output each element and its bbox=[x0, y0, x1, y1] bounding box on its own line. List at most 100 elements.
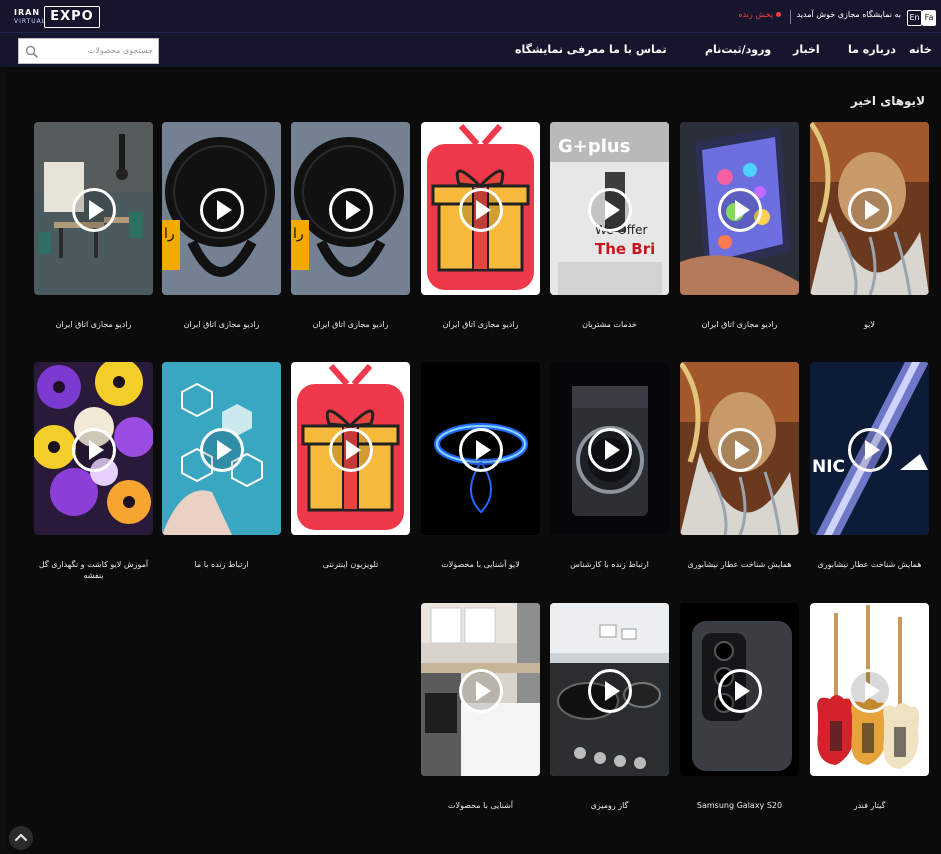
live-thumbnail[interactable] bbox=[421, 122, 540, 295]
live-card[interactable]: تلویزیون اینترنتی bbox=[291, 362, 410, 572]
live-thumbnail[interactable] bbox=[34, 122, 153, 295]
live-card[interactable]: گاز رومیزی bbox=[550, 603, 669, 813]
live-card[interactable]: G+plus We Offer The Bri خدمات مشتریان bbox=[550, 122, 669, 332]
logo-virtual-text: VIRTUAL bbox=[14, 18, 47, 25]
search-icon[interactable] bbox=[25, 44, 39, 59]
live-card-title[interactable]: تلویزیون اینترنتی bbox=[291, 559, 410, 570]
live-card-title[interactable]: لایو bbox=[810, 319, 929, 330]
live-card[interactable]: رادیو مجازی اتاق ایران bbox=[680, 122, 799, 332]
live-card-title[interactable]: ارتباط زنده با ما bbox=[162, 559, 281, 570]
nav-contact[interactable]: تماس با ما bbox=[609, 43, 667, 56]
live-card[interactable]: ارتباط زنده با ما bbox=[162, 362, 281, 572]
live-card[interactable]: را رادیو مجازی اتاق ایران bbox=[162, 122, 281, 332]
live-card[interactable]: را رادیو مجازی اتاق ایران bbox=[291, 122, 410, 332]
live-thumbnail[interactable] bbox=[680, 362, 799, 535]
play-icon[interactable] bbox=[328, 427, 374, 473]
live-card-title[interactable]: لایو آشنایی با محصولات bbox=[421, 559, 540, 570]
play-icon[interactable] bbox=[458, 187, 504, 233]
svg-text:G+plus: G+plus bbox=[558, 136, 630, 157]
live-card-title[interactable]: گاز رومیزی bbox=[550, 800, 669, 811]
play-icon[interactable] bbox=[587, 668, 633, 714]
live-thumbnail[interactable] bbox=[550, 603, 669, 776]
live-broadcast-link[interactable]: پخش زنده bbox=[738, 10, 781, 19]
nav-exhibition[interactable]: معرفی نمایشگاه bbox=[515, 43, 605, 56]
live-card-title[interactable]: رادیو مجازی اتاق ایران bbox=[291, 319, 410, 330]
live-card-title[interactable]: آشنایی با محصولات bbox=[421, 800, 540, 811]
live-label: پخش زنده bbox=[738, 10, 773, 19]
play-icon[interactable] bbox=[71, 427, 117, 473]
play-icon[interactable] bbox=[847, 427, 893, 473]
iran-virtual-expo-logo[interactable]: IRAN VIRTUAL EXPO bbox=[14, 6, 100, 28]
live-card-title[interactable]: رادیو مجازی اتاق ایران bbox=[162, 319, 281, 330]
scroll-to-top-button[interactable] bbox=[9, 826, 33, 850]
live-dot-icon bbox=[776, 12, 781, 17]
live-card[interactable]: گیتار فندر bbox=[810, 603, 929, 813]
topbar-divider bbox=[790, 10, 791, 24]
play-icon[interactable] bbox=[587, 187, 633, 233]
play-icon[interactable] bbox=[71, 187, 117, 233]
live-thumbnail[interactable]: G+plus We Offer The Bri bbox=[550, 122, 669, 295]
nav-home[interactable]: خانه bbox=[909, 43, 932, 56]
play-icon[interactable] bbox=[717, 187, 763, 233]
live-thumbnail[interactable] bbox=[680, 603, 799, 776]
live-card[interactable]: رادیو مجازی اتاق ایران bbox=[34, 122, 153, 332]
live-card-title[interactable]: ارتباط زنده با کارشناس bbox=[550, 559, 669, 570]
svg-text:را: را bbox=[164, 226, 175, 242]
live-thumbnail[interactable] bbox=[810, 603, 929, 776]
play-icon[interactable] bbox=[458, 668, 504, 714]
play-icon[interactable] bbox=[199, 187, 245, 233]
live-thumbnail[interactable] bbox=[162, 362, 281, 535]
live-card[interactable]: لایو آشنایی با محصولات bbox=[421, 362, 540, 572]
live-card-title[interactable]: همایش شناخت عطار نیشابوری bbox=[680, 559, 799, 570]
live-card-title[interactable]: رادیو مجازی اتاق ایران bbox=[680, 319, 799, 330]
live-thumbnail[interactable] bbox=[680, 122, 799, 295]
live-thumbnail[interactable] bbox=[34, 362, 153, 535]
play-icon[interactable] bbox=[717, 427, 763, 473]
live-card-title[interactable]: Samsung Galaxy S20 bbox=[680, 800, 799, 811]
live-card[interactable]: رادیو مجازی اتاق ایران bbox=[421, 122, 540, 332]
live-card[interactable]: آموزش لایو کاشت و نگهداری گل بنفشه bbox=[34, 362, 153, 580]
logo-expo-text: EXPO bbox=[44, 6, 100, 28]
live-thumbnail[interactable]: را bbox=[162, 122, 281, 295]
svg-text:The Bri: The Bri bbox=[595, 240, 655, 258]
recent-lives-heading: لایوهای اخیر bbox=[850, 94, 925, 108]
live-thumbnail[interactable] bbox=[291, 362, 410, 535]
live-thumbnail[interactable]: NIC bbox=[810, 362, 929, 535]
play-icon[interactable] bbox=[847, 187, 893, 233]
live-card[interactable]: همایش شناخت عطار نیشابوری bbox=[680, 362, 799, 572]
chevron-up-icon bbox=[14, 833, 28, 842]
live-card[interactable]: لایو bbox=[810, 122, 929, 332]
live-card-title[interactable]: رادیو مجازی اتاق ایران bbox=[421, 319, 540, 330]
welcome-text: به نمایشگاه مجازی خوش آمدید bbox=[796, 10, 901, 19]
main-navigation: معرفی نمایشگاه تماس با ما ورود/ثبت‌نام ا… bbox=[0, 33, 941, 67]
live-card-title[interactable]: خدمات مشتریان bbox=[550, 319, 669, 330]
play-icon[interactable] bbox=[328, 187, 374, 233]
live-thumbnail[interactable]: را bbox=[291, 122, 410, 295]
nav-news[interactable]: اخبار bbox=[793, 43, 820, 56]
live-card-title[interactable]: رادیو مجازی اتاق ایران bbox=[34, 319, 153, 330]
play-icon[interactable] bbox=[847, 668, 893, 714]
svg-text:NIC: NIC bbox=[812, 457, 845, 477]
live-card[interactable]: ارتباط زنده با کارشناس bbox=[550, 362, 669, 572]
live-card[interactable]: آشنایی با محصولات bbox=[421, 603, 540, 813]
play-icon[interactable] bbox=[458, 427, 504, 473]
logo-iran-text: IRAN bbox=[14, 8, 41, 17]
live-card-title[interactable]: همایش شناخت عطار نیشابوری bbox=[810, 559, 929, 570]
search-input[interactable] bbox=[41, 39, 153, 61]
nav-about[interactable]: درباره ما bbox=[848, 43, 896, 56]
live-card[interactable]: Samsung Galaxy S20 bbox=[680, 603, 799, 813]
nav-login-register[interactable]: ورود/ثبت‌نام bbox=[705, 43, 771, 56]
live-card[interactable]: NIC همایش شناخت عطار نیشابوری bbox=[810, 362, 929, 572]
live-thumbnail[interactable] bbox=[421, 362, 540, 535]
language-fa-button[interactable]: Fa bbox=[922, 10, 936, 26]
play-icon[interactable] bbox=[587, 427, 633, 473]
live-card-title[interactable]: آموزش لایو کاشت و نگهداری گل بنفشه bbox=[34, 559, 153, 581]
live-thumbnail[interactable] bbox=[550, 362, 669, 535]
play-icon[interactable] bbox=[199, 427, 245, 473]
live-thumbnail[interactable] bbox=[421, 603, 540, 776]
language-en-button[interactable]: En bbox=[907, 10, 922, 26]
live-card-title[interactable]: گیتار فندر bbox=[810, 800, 929, 811]
play-icon[interactable] bbox=[717, 668, 763, 714]
live-thumbnail[interactable] bbox=[810, 122, 929, 295]
page-scrollbar[interactable] bbox=[0, 68, 6, 851]
